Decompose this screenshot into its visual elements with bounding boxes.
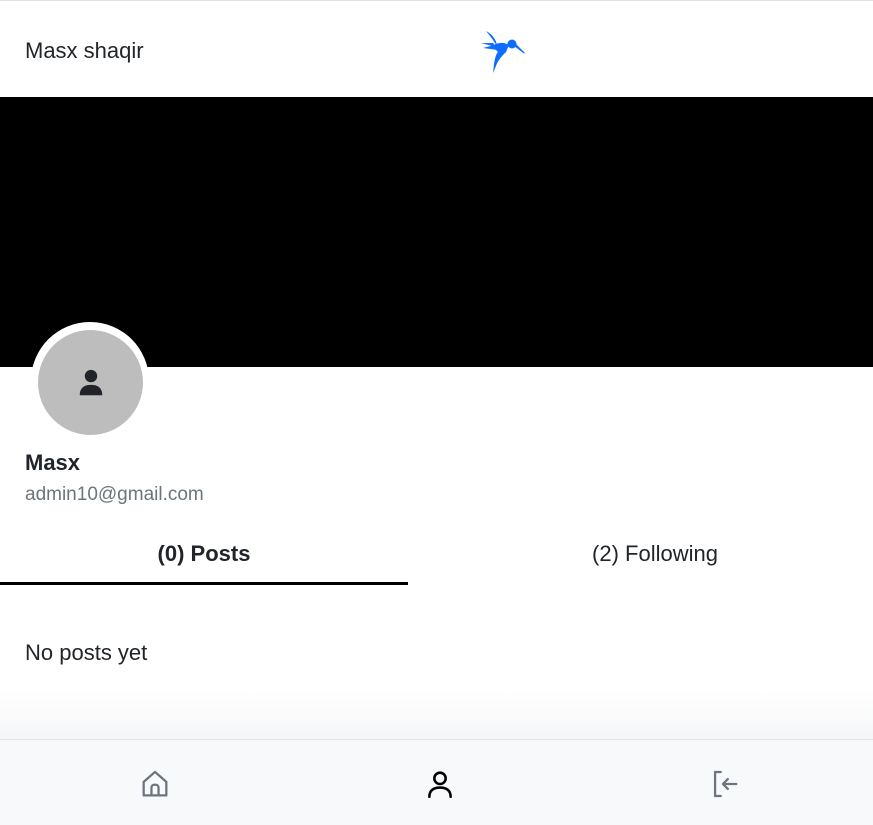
person-icon [428,771,452,799]
avatar[interactable] [31,322,149,440]
cover-image [0,97,873,367]
box-arrow-left-icon [713,770,738,798]
tab-following[interactable]: (2) Following [437,530,873,585]
app-root: Masx shaqir Masx admin10@gmail.com (0) P… [0,0,873,825]
scroll-fade [0,690,873,740]
nav-home-button[interactable] [135,764,175,804]
nav-logout-button[interactable] [705,764,745,804]
person-fill-icon [79,369,103,396]
profile-name: Masx [25,450,81,475]
empty-posts-message: No posts yet [25,640,148,665]
nav-profile-button[interactable] [420,764,460,804]
profile-email: admin10@gmail.com [25,484,204,505]
house-icon [142,770,168,797]
bottom-navigation [0,739,873,825]
tab-posts[interactable]: (0) Posts [0,530,408,585]
avatar-placeholder [38,330,143,435]
profile-tabs: (0) Posts (2) Following [0,530,873,585]
header-title: Masx shaqir [25,38,144,63]
top-header: Masx shaqir [0,0,873,97]
hummingbird-logo-icon[interactable] [478,26,526,74]
